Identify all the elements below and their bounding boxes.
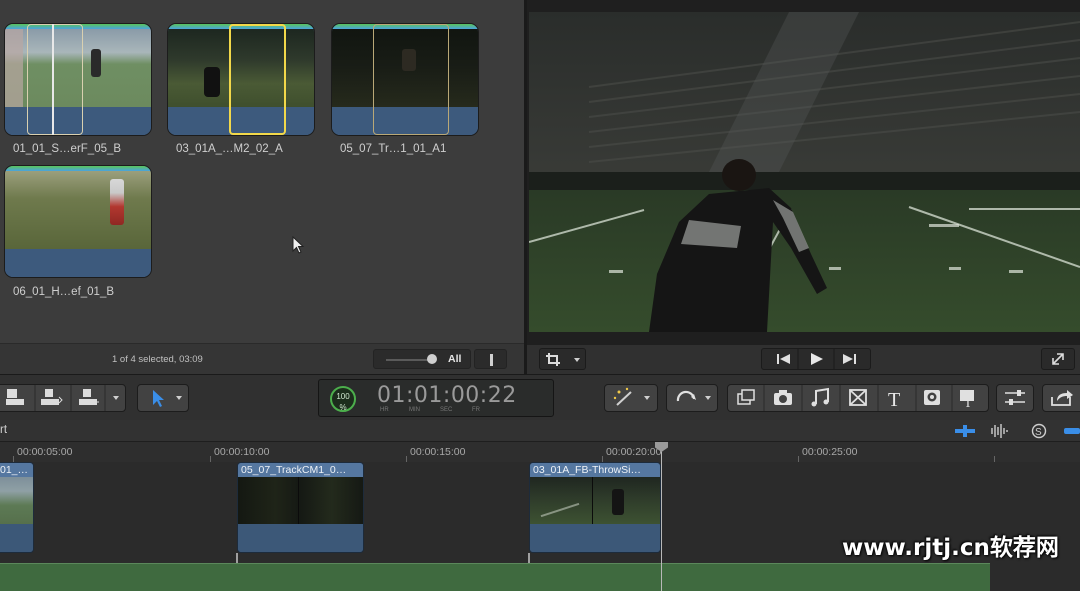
project-name: rt: [0, 424, 8, 436]
previous-edit-icon: [777, 354, 790, 364]
generators-icon: [924, 390, 940, 405]
next-edit-icon: [843, 354, 856, 364]
fullscreen-icon: [1052, 353, 1064, 365]
background-tasks-badge[interactable]: 100 %: [330, 386, 356, 412]
clip-title: 03_01A_FB-ThrowSi…: [530, 463, 660, 477]
enhancements-button[interactable]: [604, 384, 658, 412]
fullscreen-button[interactable]: [1041, 348, 1075, 370]
clip-appearance-button[interactable]: [474, 349, 507, 369]
clip-title: 01_…: [0, 463, 33, 477]
timecode-unit: MIN: [409, 407, 420, 413]
viewer: [527, 0, 1080, 374]
browser-clip-3[interactable]: [331, 23, 479, 136]
mouse-cursor-icon: [292, 236, 305, 254]
audio-clip[interactable]: [0, 563, 990, 591]
viewer-frame: [529, 12, 1080, 332]
skim-range: [27, 24, 83, 135]
clip-filmstrip: [530, 477, 660, 524]
media-browsers-group: T T: [727, 384, 989, 412]
ruler-label: 00:00:25:00: [802, 446, 858, 458]
video-frame-image: [529, 12, 1080, 332]
crop-icon: [546, 353, 580, 366]
clip-name: 06_01_H…ef_01_B: [13, 286, 115, 298]
timecode-unit: HR: [380, 407, 389, 413]
audio-skimming-icon: [991, 424, 1008, 438]
themes-icon: T: [960, 390, 974, 410]
viewer-controls: [527, 345, 1080, 374]
transform-menu-button[interactable]: [539, 348, 586, 370]
timecode-unit: SEC: [440, 407, 453, 413]
camera-icon: [774, 390, 792, 405]
svg-text:S: S: [1035, 427, 1042, 438]
clip-name: 01_01_S…erF_05_B: [13, 143, 122, 155]
inspector-button[interactable]: [996, 384, 1034, 412]
timeline-clip-1[interactable]: 01_…: [0, 462, 34, 553]
arrow-cursor-icon: [153, 390, 164, 407]
clip-title: 05_07_TrackCM1_0…: [238, 463, 363, 477]
share-button[interactable]: [1042, 384, 1080, 412]
magic-wand-icon: [613, 387, 632, 406]
timecode-unit: FR: [472, 407, 480, 413]
clip-name: 03_01A_…M2_02_A: [176, 143, 283, 155]
timeline-header: rt S: [0, 420, 1080, 442]
clip-zoom-slider[interactable]: All: [373, 349, 471, 369]
clip-filmstrip: [0, 477, 33, 524]
skimmer: [52, 24, 54, 135]
edit-buttons-group: [0, 384, 126, 412]
append-icon: [79, 389, 99, 405]
share-icon: [1051, 390, 1073, 406]
snapping-icon: [1064, 428, 1080, 434]
tool-select-button[interactable]: [137, 384, 189, 412]
ruler-label: 00:00:20:00: [606, 446, 662, 458]
switch-icon: [490, 354, 493, 366]
video-skimming-icon: [955, 425, 975, 437]
ruler-label: 00:00:05:00: [17, 446, 73, 458]
clip-thumbnail: [5, 171, 151, 249]
sliders-icon: [1005, 390, 1025, 405]
watermark: www.rjtj.cn软荐网: [842, 535, 1059, 561]
ruler-label: 00:00:15:00: [410, 446, 466, 458]
selected-range: [229, 24, 286, 135]
timeline-clip-2[interactable]: 05_07_TrackCM1_0…: [237, 462, 364, 553]
music-icon: [811, 387, 829, 407]
event-browser: 01_01_S…erF_05_B 03_01A_…M2_02_A 05_07_T…: [0, 0, 524, 374]
solo-icon: S: [1031, 423, 1047, 439]
play-icon: [811, 353, 823, 365]
skim-range: [373, 24, 449, 135]
dashboard-timecode[interactable]: 100 % 01:01:00:22 HR MIN SEC FR: [318, 379, 554, 417]
chevron-down-icon: [705, 396, 711, 400]
timeline-clip-3[interactable]: 03_01A_FB-ThrowSi…: [529, 462, 661, 553]
transitions-icon: [849, 389, 867, 406]
clip-name: 05_07_Tr…1_01_A1: [340, 143, 447, 155]
timecode-value: 01:01:00:22: [377, 383, 517, 408]
titles-icon: T: [888, 389, 900, 411]
insert-icon: [41, 389, 63, 405]
chevron-down-icon: [176, 396, 182, 400]
chevron-down-icon: [644, 396, 650, 400]
selection-status: 1 of 4 selected, 03:09: [112, 354, 203, 365]
svg-text:T: T: [964, 395, 972, 410]
chevron-down-icon: [113, 396, 119, 400]
browser-clip-2[interactable]: [167, 23, 315, 136]
clip-filmstrip: [238, 477, 363, 524]
timeline-ruler[interactable]: 00:00:05:00 00:00:10:00 00:00:15:00 00:0…: [0, 442, 1080, 462]
browser-footer: 1 of 4 selected, 03:09 All: [0, 343, 524, 374]
playback-controls: [761, 348, 871, 370]
inspector-stack-icon: [737, 389, 755, 405]
ruler-label: 00:00:10:00: [214, 446, 270, 458]
retime-button[interactable]: [666, 384, 718, 412]
browser-clip-1[interactable]: [4, 23, 152, 136]
browser-clip-4[interactable]: [4, 165, 152, 278]
playhead[interactable]: [661, 442, 662, 591]
connect-icon: [6, 389, 24, 405]
slider-knob[interactable]: [427, 354, 437, 364]
zoom-all-label: All: [448, 353, 462, 365]
